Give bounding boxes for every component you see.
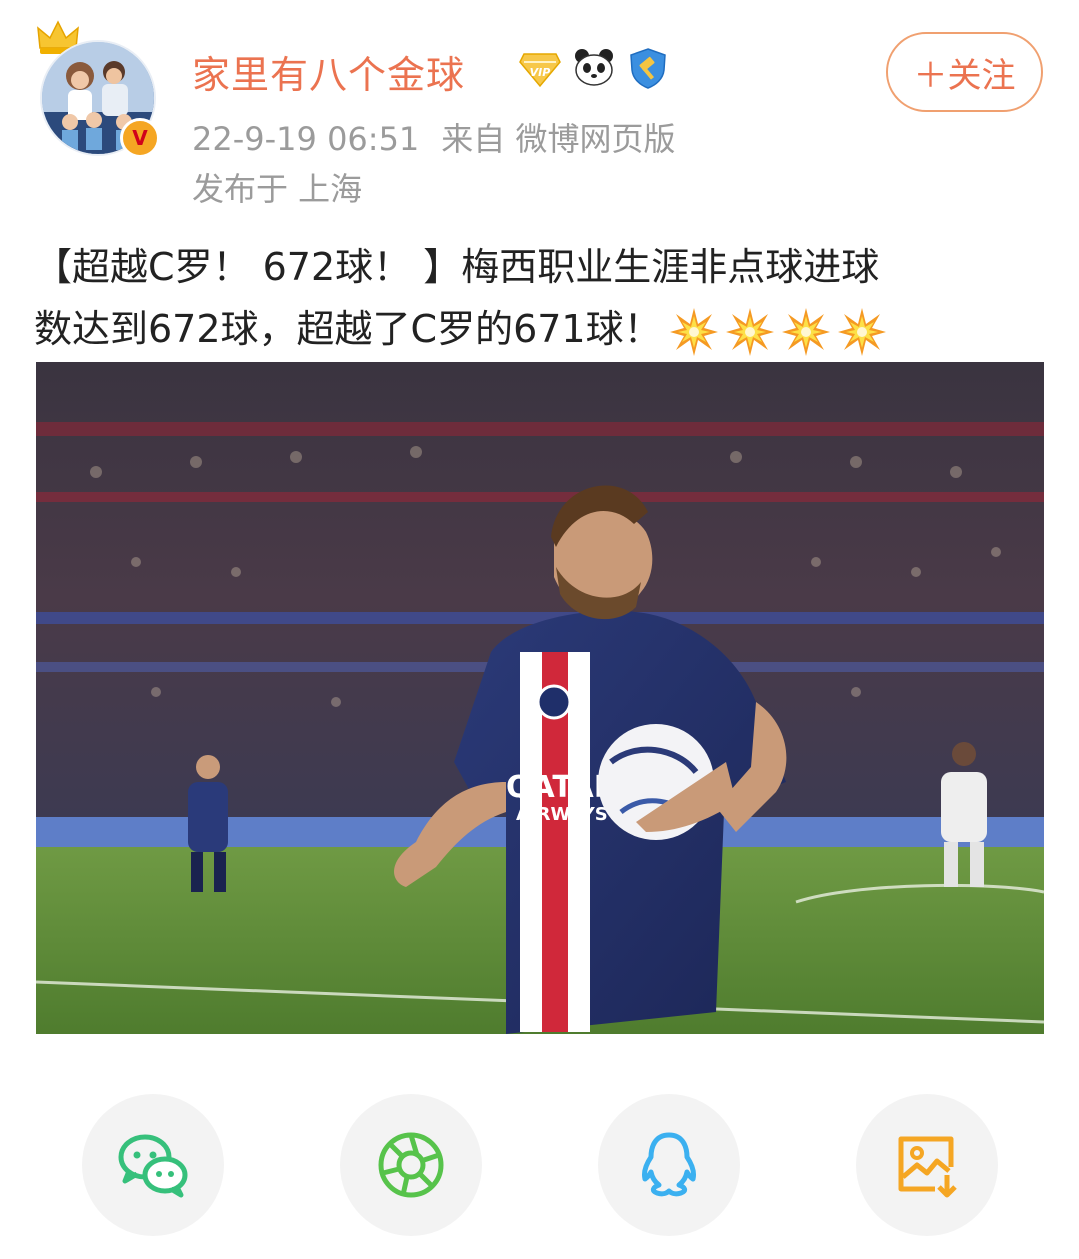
- burst-emoji: [669, 307, 718, 356]
- verified-badge-icon: V: [120, 118, 160, 158]
- burst-emoji: [781, 307, 830, 356]
- post-photo[interactable]: QATAR AIRWAYS: [36, 362, 1044, 1034]
- author-badges: VIP: [518, 46, 670, 90]
- moments-icon: [378, 1132, 444, 1198]
- wechat-icon: [118, 1134, 188, 1198]
- burst-emoji: [725, 307, 774, 356]
- post-text-line: 数达到672球，超越了C罗的671球！: [34, 298, 1044, 360]
- vip-crown-icon[interactable]: VIP: [518, 46, 562, 90]
- follow-button[interactable]: ＋关注: [886, 32, 1043, 112]
- post-text: 【超越C罗！ 672球！ 】梅西职业生涯非点球进球 数达到672球，超越了C罗的…: [34, 236, 1044, 360]
- post-text-segment: 数达到672球，超越了C罗的671球！: [34, 307, 662, 351]
- svg-text:VIP: VIP: [530, 66, 551, 79]
- post-source[interactable]: 来自 微博网页版: [441, 120, 675, 158]
- post-meta: 22-9-19 06:51 来自 微博网页版: [192, 114, 675, 160]
- svg-text:AIRWAYS: AIRWAYS: [516, 804, 608, 825]
- author-avatar-block[interactable]: V: [34, 18, 164, 158]
- emoji-row: [668, 306, 888, 358]
- post-location: 发布于 上海: [192, 170, 363, 208]
- post-timestamp: 22-9-19 06:51: [192, 120, 420, 158]
- save-image-button[interactable]: [856, 1094, 998, 1236]
- post-text-line: 【超越C罗！ 672球！ 】梅西职业生涯非点球进球: [34, 245, 880, 289]
- share-wechat-button[interactable]: [82, 1094, 224, 1236]
- shield-hammer-icon[interactable]: [626, 46, 670, 90]
- burst-emoji: [837, 307, 886, 356]
- panda-icon[interactable]: [572, 46, 616, 90]
- author-name[interactable]: 家里有八个金球: [192, 44, 465, 99]
- qq-icon: [642, 1132, 696, 1197]
- save-image-icon: [898, 1136, 957, 1198]
- share-bar: [0, 1094, 1079, 1244]
- share-moments-button[interactable]: [340, 1094, 482, 1236]
- share-qq-button[interactable]: [598, 1094, 740, 1236]
